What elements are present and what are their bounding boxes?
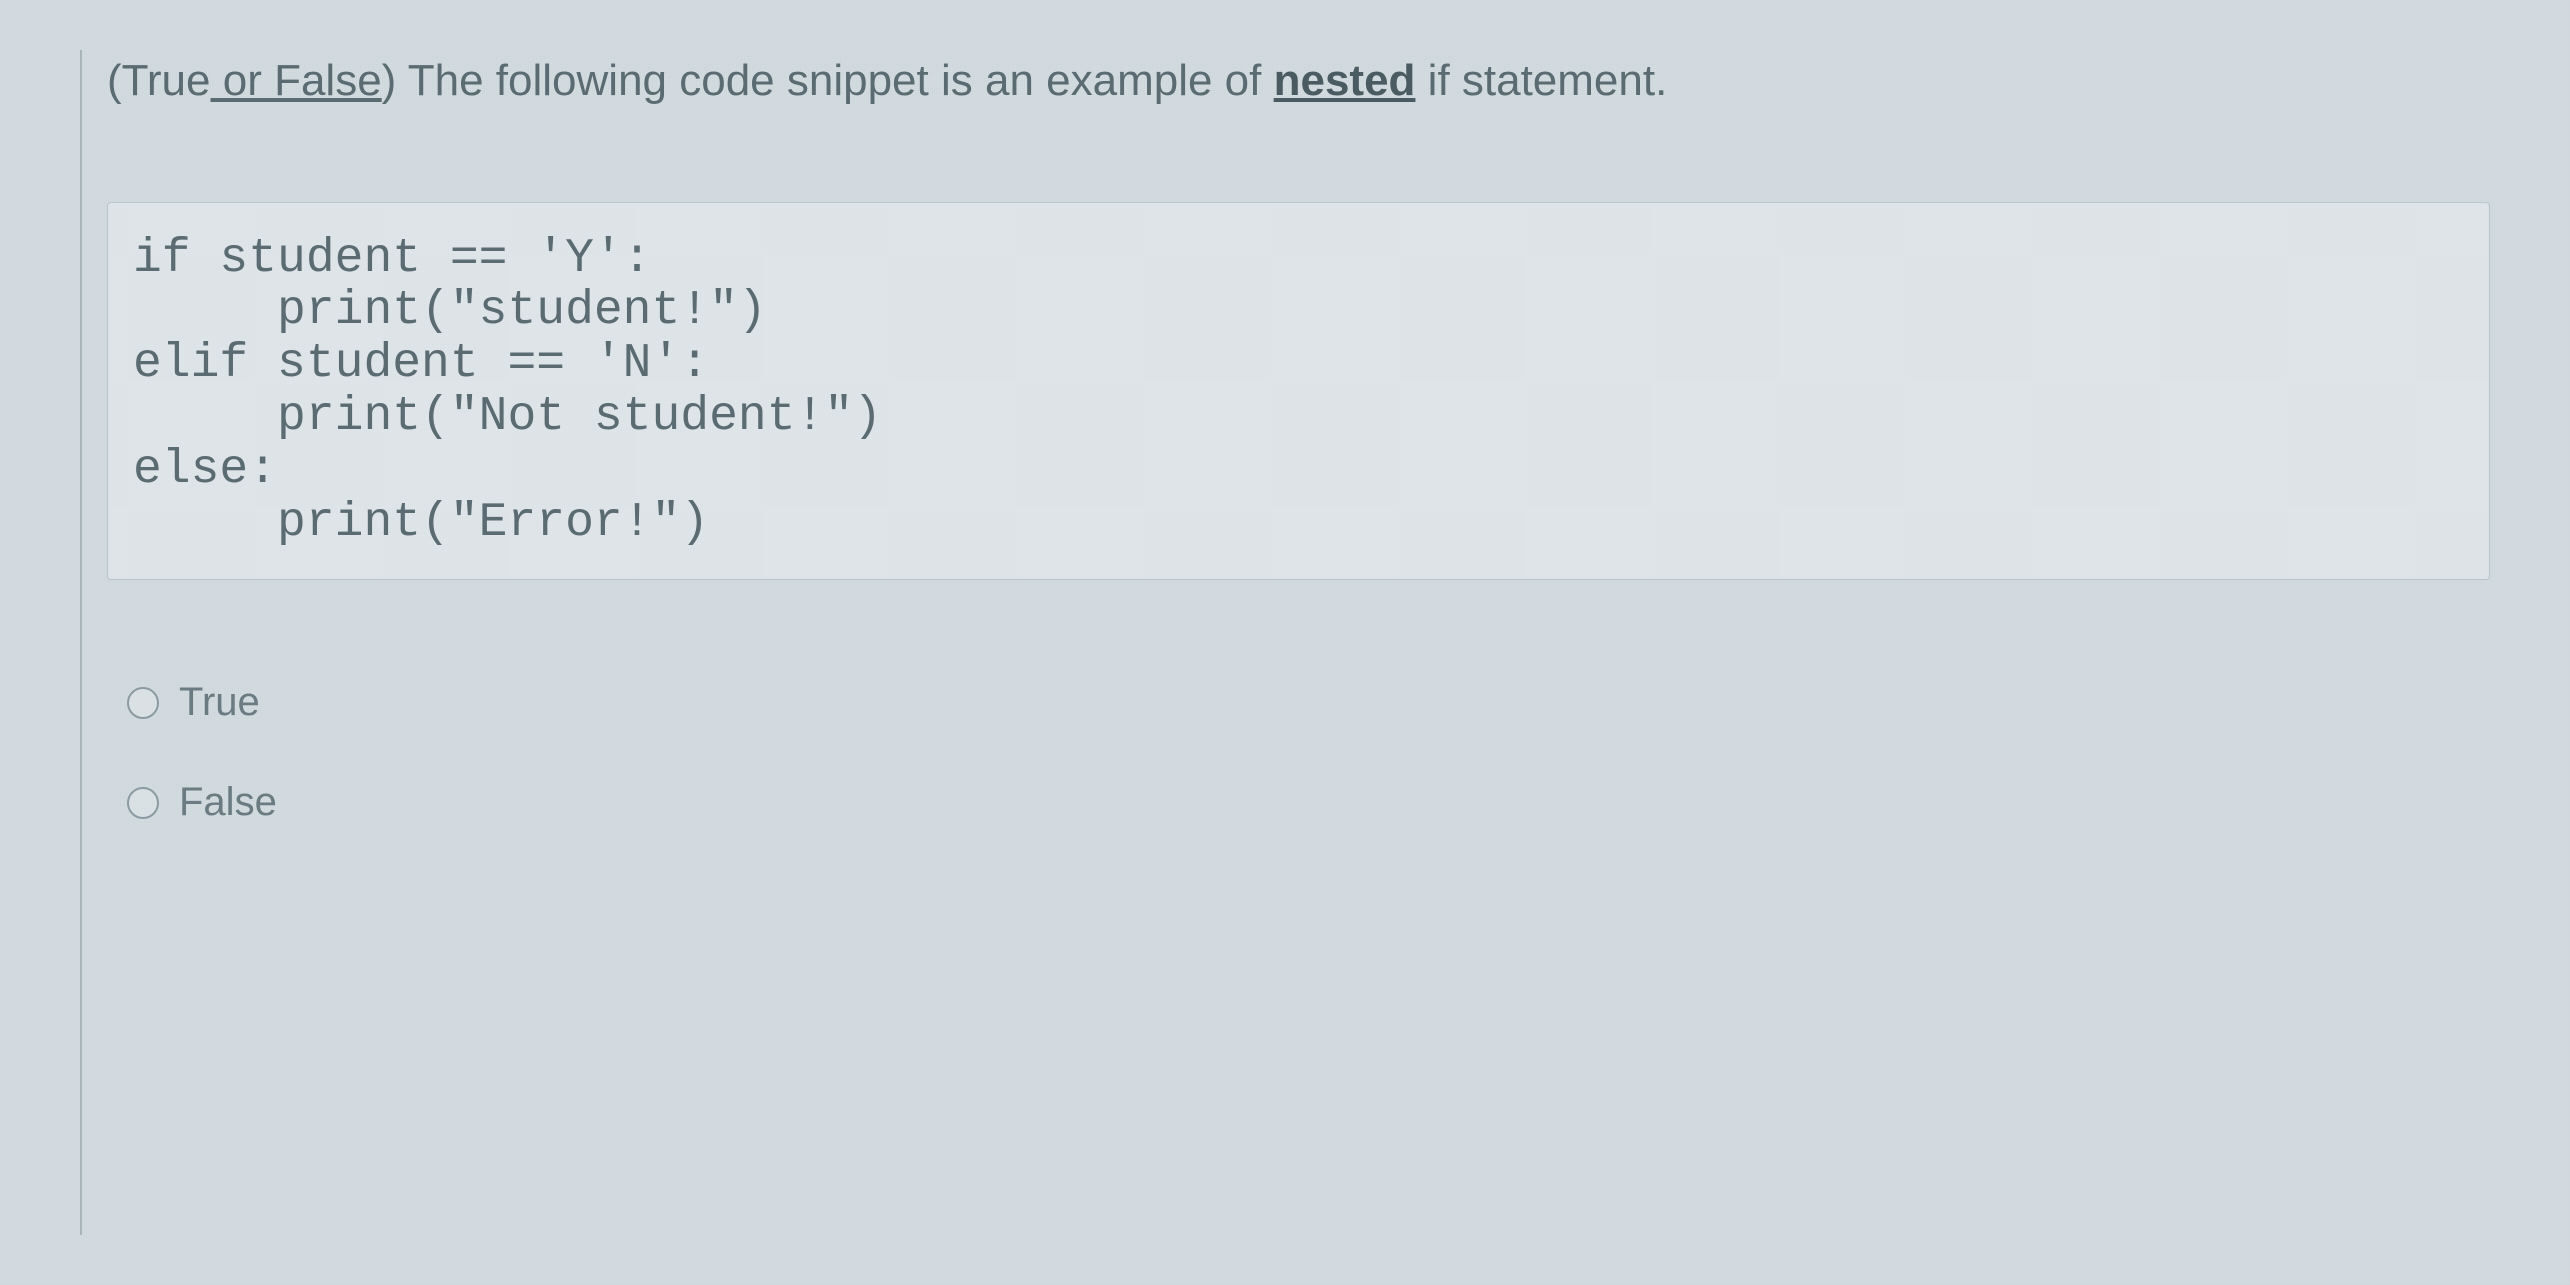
or-false-label: or False bbox=[211, 56, 382, 105]
question-prompt: (True or False) The following code snipp… bbox=[107, 50, 2490, 112]
code-line-4: print("Not student!") bbox=[133, 390, 882, 444]
code-line-1: if student == 'Y': bbox=[133, 232, 651, 286]
true-label: (True bbox=[107, 56, 211, 105]
closing-paren: ) bbox=[382, 56, 397, 105]
emphasis-word: nested bbox=[1274, 56, 1416, 105]
radio-icon[interactable] bbox=[127, 787, 159, 819]
code-line-6: print("Error!") bbox=[133, 496, 709, 550]
question-main: The following code snippet is an example… bbox=[396, 56, 1273, 105]
option-false-row[interactable]: False bbox=[127, 780, 2490, 825]
answer-options: True False bbox=[107, 680, 2490, 825]
code-line-3: elif student == 'N': bbox=[133, 337, 709, 391]
question-suffix: if statement. bbox=[1415, 56, 1667, 105]
option-true-row[interactable]: True bbox=[127, 680, 2490, 725]
option-true-label: True bbox=[179, 680, 260, 725]
code-snippet: if student == 'Y': print("student!") eli… bbox=[107, 202, 2490, 581]
question-container: (True or False) The following code snipp… bbox=[80, 50, 2490, 1235]
code-line-5: else: bbox=[133, 443, 277, 497]
code-line-2: print("student!") bbox=[133, 284, 767, 338]
option-false-label: False bbox=[179, 780, 277, 825]
radio-icon[interactable] bbox=[127, 687, 159, 719]
